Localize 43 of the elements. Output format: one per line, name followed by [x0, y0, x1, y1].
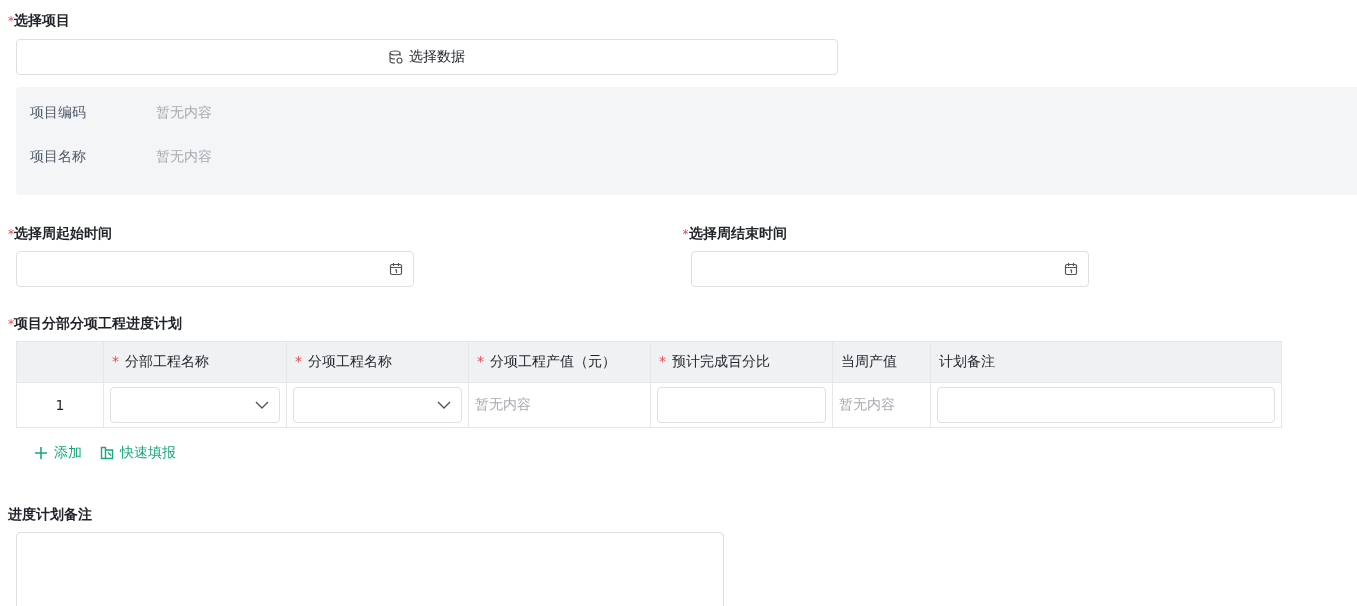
table-cell: 暂无内容 — [832, 382, 931, 428]
required-mark: * — [8, 317, 14, 331]
date-field[interactable] — [16, 251, 414, 287]
select-field[interactable] — [110, 387, 280, 423]
info-value: 暂无内容 — [156, 104, 212, 122]
chevron-down-icon — [255, 401, 269, 409]
required-mark: * — [682, 227, 689, 241]
column-header: 计划备注 — [939, 353, 995, 369]
calendar-icon — [389, 262, 403, 276]
field-label: 项目分部分项工程进度计划 — [14, 315, 182, 333]
required-mark: * — [8, 14, 14, 28]
field-label: 选择周结束时间 — [688, 225, 787, 243]
field-label: 选择周起始时间 — [14, 225, 112, 243]
select-data-button[interactable]: 选择数据 — [16, 39, 838, 75]
input-field[interactable] — [657, 387, 826, 423]
row-number: 1 — [16, 382, 104, 428]
edit-form-icon — [100, 446, 114, 460]
input-field[interactable] — [937, 387, 1275, 423]
table-cell: 暂无内容 — [468, 382, 651, 428]
column-header: 当周产值 — [841, 353, 897, 369]
calendar-icon — [1063, 262, 1078, 276]
chevron-down-icon — [437, 401, 451, 409]
info-label: 项目名称 — [30, 148, 87, 166]
quick-fill-link[interactable]: 快速填报 — [100, 444, 176, 462]
plus-icon — [34, 446, 48, 460]
select-field[interactable] — [293, 387, 462, 423]
required-mark: * — [477, 353, 484, 369]
field-label: 选择项目 — [14, 12, 70, 30]
required-mark: * — [659, 353, 666, 369]
column-header: 分部工程名称 — [125, 353, 209, 369]
info-label: 项目编码 — [30, 104, 87, 122]
field-label: 进度计划备注 — [8, 506, 92, 524]
required-mark: * — [295, 353, 302, 369]
date-field[interactable] — [690, 251, 1089, 287]
add-row-link[interactable]: 添加 — [34, 444, 82, 462]
column-header: 分项工程产值（元） — [490, 353, 616, 369]
column-header: 分项工程名称 — [308, 353, 392, 369]
database-icon — [389, 50, 403, 64]
remark-textarea[interactable] — [16, 532, 724, 606]
column-header: 预计完成百分比 — [672, 353, 770, 369]
info-value: 暂无内容 — [156, 148, 212, 166]
required-mark: * — [8, 227, 14, 241]
required-mark: * — [112, 353, 119, 369]
